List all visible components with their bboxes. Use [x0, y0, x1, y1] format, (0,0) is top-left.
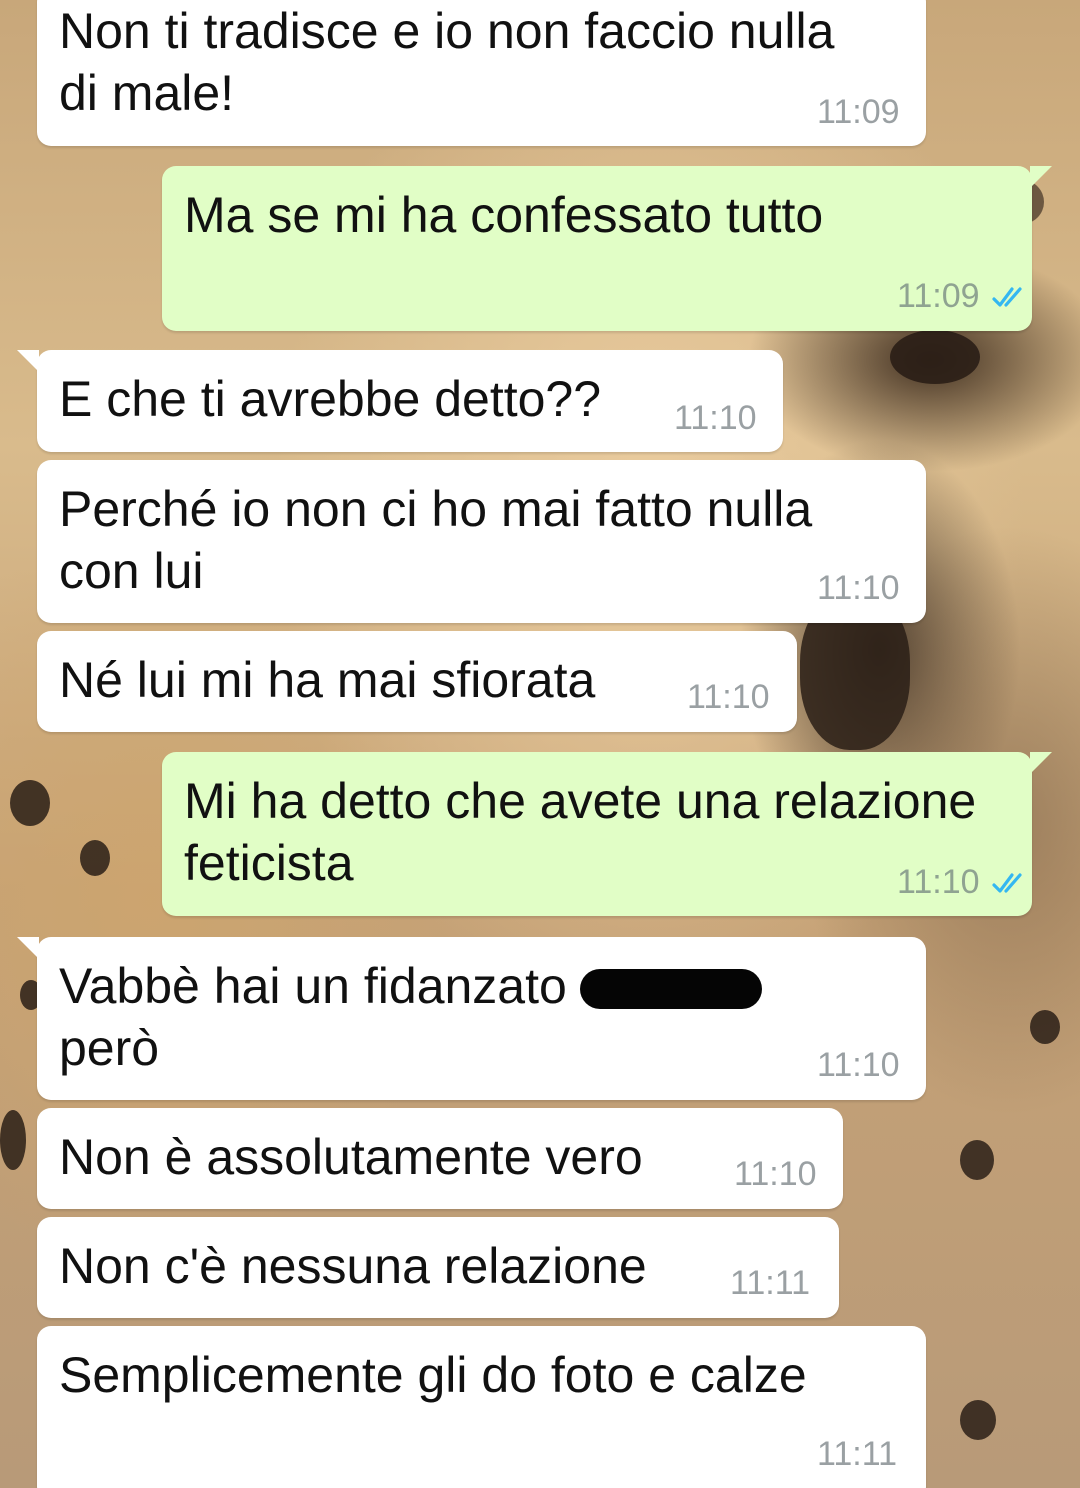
bubble-tail — [17, 350, 39, 372]
bubble-tail — [17, 937, 39, 959]
message-outgoing[interactable]: Ma se mi ha confessato tutto 11:09 — [162, 166, 1052, 331]
message-incoming[interactable]: Non c'è nessuna relazione 11:11 — [37, 1217, 839, 1318]
message-text: Perché io non ci ho mai fatto nulla con … — [59, 481, 813, 599]
message-time: 11:09 — [817, 93, 900, 131]
double-check-icon — [992, 287, 1022, 307]
message-time: 11:09 — [897, 277, 980, 315]
message-time: 11:10 — [817, 1046, 900, 1084]
message-text: Non ti tradisce e io non faccio nulla di… — [59, 3, 835, 121]
message-text: Vabbè hai un fidanzato c però — [59, 955, 762, 1079]
message-incoming[interactable]: E che ti avrebbe detto?? 11:10 — [17, 350, 783, 452]
message-text: Né lui mi ha mai sfiorata — [59, 652, 596, 708]
message-text: Ma se mi ha confessato tutto — [184, 187, 824, 243]
message-text: Non c'è nessuna relazione — [59, 1238, 647, 1294]
message-time: 11:11 — [817, 1435, 898, 1473]
message-text: E che ti avrebbe detto?? — [59, 371, 602, 427]
message-text-part: Vabbè hai un fidanzato c — [59, 958, 606, 1014]
bubble-tail — [1030, 752, 1052, 774]
message-time: 11:11 — [730, 1264, 811, 1302]
message-incoming[interactable]: Né lui mi ha mai sfiorata 11:10 — [37, 631, 797, 732]
message-text: Mi ha detto che avete una relazione feti… — [184, 773, 977, 891]
message-outgoing[interactable]: Mi ha detto che avete una relazione feti… — [162, 752, 1052, 916]
message-text: Semplicemente gli do foto e calze — [59, 1347, 807, 1403]
double-check-icon — [992, 873, 1022, 893]
chat-thread[interactable]: Non ti tradisce e io non faccio nulla di… — [0, 0, 1080, 1488]
message-text-part: però — [59, 1020, 160, 1076]
bubble-tail — [1030, 166, 1052, 188]
message-text: Non è assolutamente vero — [59, 1129, 643, 1185]
message-incoming[interactable]: Perché io non ci ho mai fatto nulla con … — [37, 460, 926, 623]
message-incoming[interactable]: Non è assolutamente vero 11:10 — [37, 1108, 843, 1209]
message-time: 11:10 — [687, 678, 770, 716]
redaction-mark — [579, 969, 762, 1009]
message-time: 11:10 — [897, 863, 980, 901]
message-time: 11:10 — [817, 569, 900, 607]
message-incoming[interactable]: Semplicemente gli do foto e calze 11:11 — [37, 1326, 926, 1488]
message-time: 11:10 — [674, 399, 757, 437]
message-time: 11:10 — [734, 1155, 817, 1193]
message-incoming[interactable]: Vabbè hai un fidanzato c però 11:10 — [17, 937, 926, 1100]
message-incoming[interactable]: Non ti tradisce e io non faccio nulla di… — [37, 0, 926, 146]
